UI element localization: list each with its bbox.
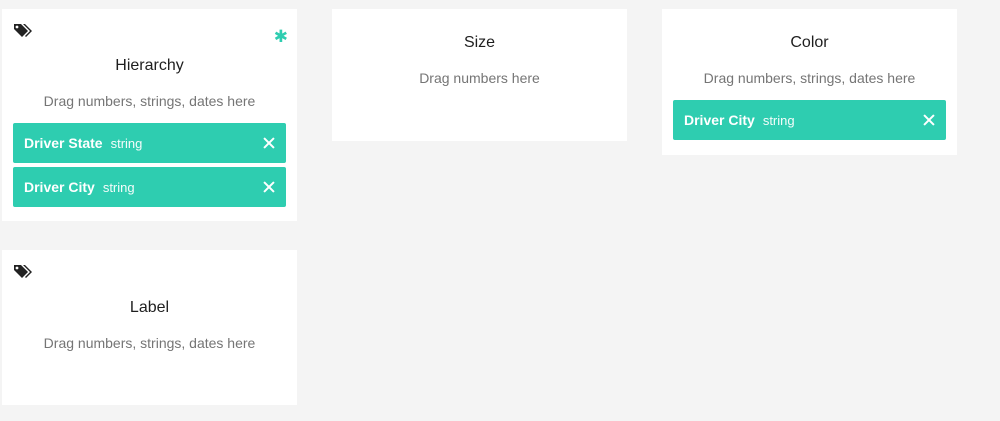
size-hint: Drag numbers here — [419, 70, 540, 86]
size-drop-zone[interactable]: Size Drag numbers here — [332, 9, 627, 141]
hierarchy-drop-zone[interactable]: ✱ Hierarchy Drag numbers, strings, dates… — [2, 9, 297, 221]
label-title: Label — [129, 299, 170, 316]
size-title: Size — [463, 34, 496, 51]
hierarchy-hint: Drag numbers, strings, dates here — [43, 93, 256, 109]
field-name: Driver State — [24, 135, 103, 151]
label-drop-zone[interactable]: Label Drag numbers, strings, dates here — [2, 250, 297, 405]
close-icon[interactable] — [263, 137, 275, 149]
field-pill-driver-state[interactable]: Driver State string — [13, 123, 286, 163]
asterisk-icon: ✱ — [273, 27, 288, 46]
close-icon[interactable] — [923, 114, 935, 126]
field-type: string — [102, 179, 135, 195]
field-name: Driver City — [684, 112, 755, 128]
color-title: Color — [790, 34, 829, 51]
field-name: Driver City — [24, 179, 95, 195]
color-hint: Drag numbers, strings, dates here — [703, 70, 916, 86]
field-pill-driver-city[interactable]: Driver City string — [673, 100, 946, 140]
close-icon[interactable] — [263, 181, 275, 193]
hierarchy-title: Hierarchy — [115, 57, 184, 74]
tags-icon — [14, 265, 32, 278]
field-type: string — [110, 135, 143, 151]
tags-icon — [14, 24, 32, 37]
label-hint: Drag numbers, strings, dates here — [43, 335, 256, 351]
field-type: string — [762, 112, 795, 128]
color-drop-zone[interactable]: Color Drag numbers, strings, dates here … — [662, 9, 957, 155]
field-pill-driver-city[interactable]: Driver City string — [13, 167, 286, 207]
